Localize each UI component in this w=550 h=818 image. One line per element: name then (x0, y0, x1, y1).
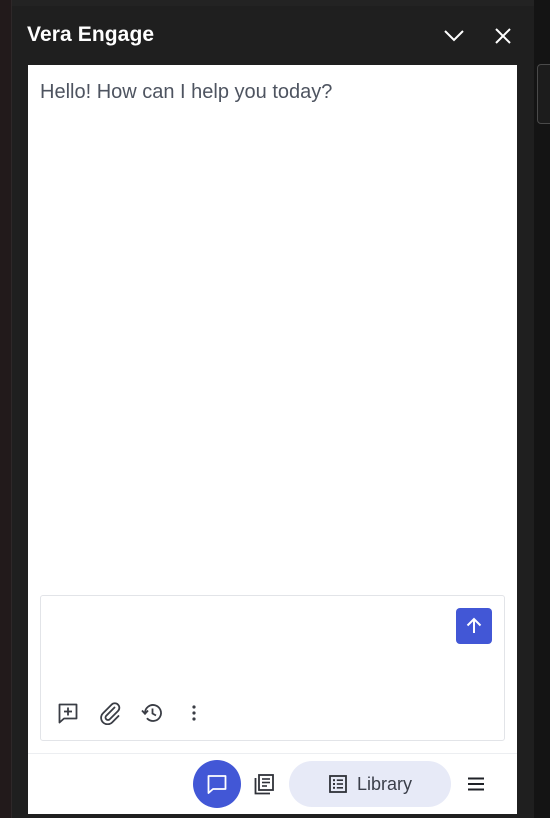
list-icon (329, 775, 347, 793)
chat-content-area: Hello! How can I help you today? Library (28, 65, 517, 814)
history-button[interactable] (138, 699, 166, 727)
resize-handle[interactable] (537, 64, 550, 124)
add-comment-button[interactable] (54, 699, 82, 727)
message-composer (40, 595, 505, 741)
panel-title: Vera Engage (27, 23, 155, 46)
close-button[interactable] (487, 20, 519, 52)
main-menu-button[interactable] (462, 770, 490, 798)
hamburger-icon (468, 777, 484, 791)
library-label: Library (356, 773, 413, 794)
chat-bubble-icon (207, 775, 227, 794)
documents-icon (254, 774, 274, 795)
chevron-down-icon (444, 30, 464, 42)
attach-file-button[interactable] (96, 699, 124, 727)
send-button[interactable] (456, 608, 492, 644)
chat-tab-button[interactable] (193, 760, 241, 808)
panel-top-border (12, 0, 534, 6)
collapse-button[interactable] (438, 20, 470, 52)
arrow-up-icon (466, 617, 482, 633)
assistant-greeting-message: Hello! How can I help you today? (40, 81, 333, 103)
library-button[interactable]: Library (289, 761, 451, 807)
documents-button[interactable] (250, 770, 278, 798)
paperclip-icon (100, 702, 121, 725)
more-vertical-icon (192, 705, 196, 721)
more-options-button[interactable] (180, 699, 208, 727)
message-input[interactable] (53, 608, 457, 672)
close-icon (495, 28, 511, 44)
history-icon (141, 704, 162, 722)
bottom-navigation: Library (28, 753, 517, 814)
background-window-edge (0, 0, 12, 818)
add-comment-icon (58, 703, 78, 724)
